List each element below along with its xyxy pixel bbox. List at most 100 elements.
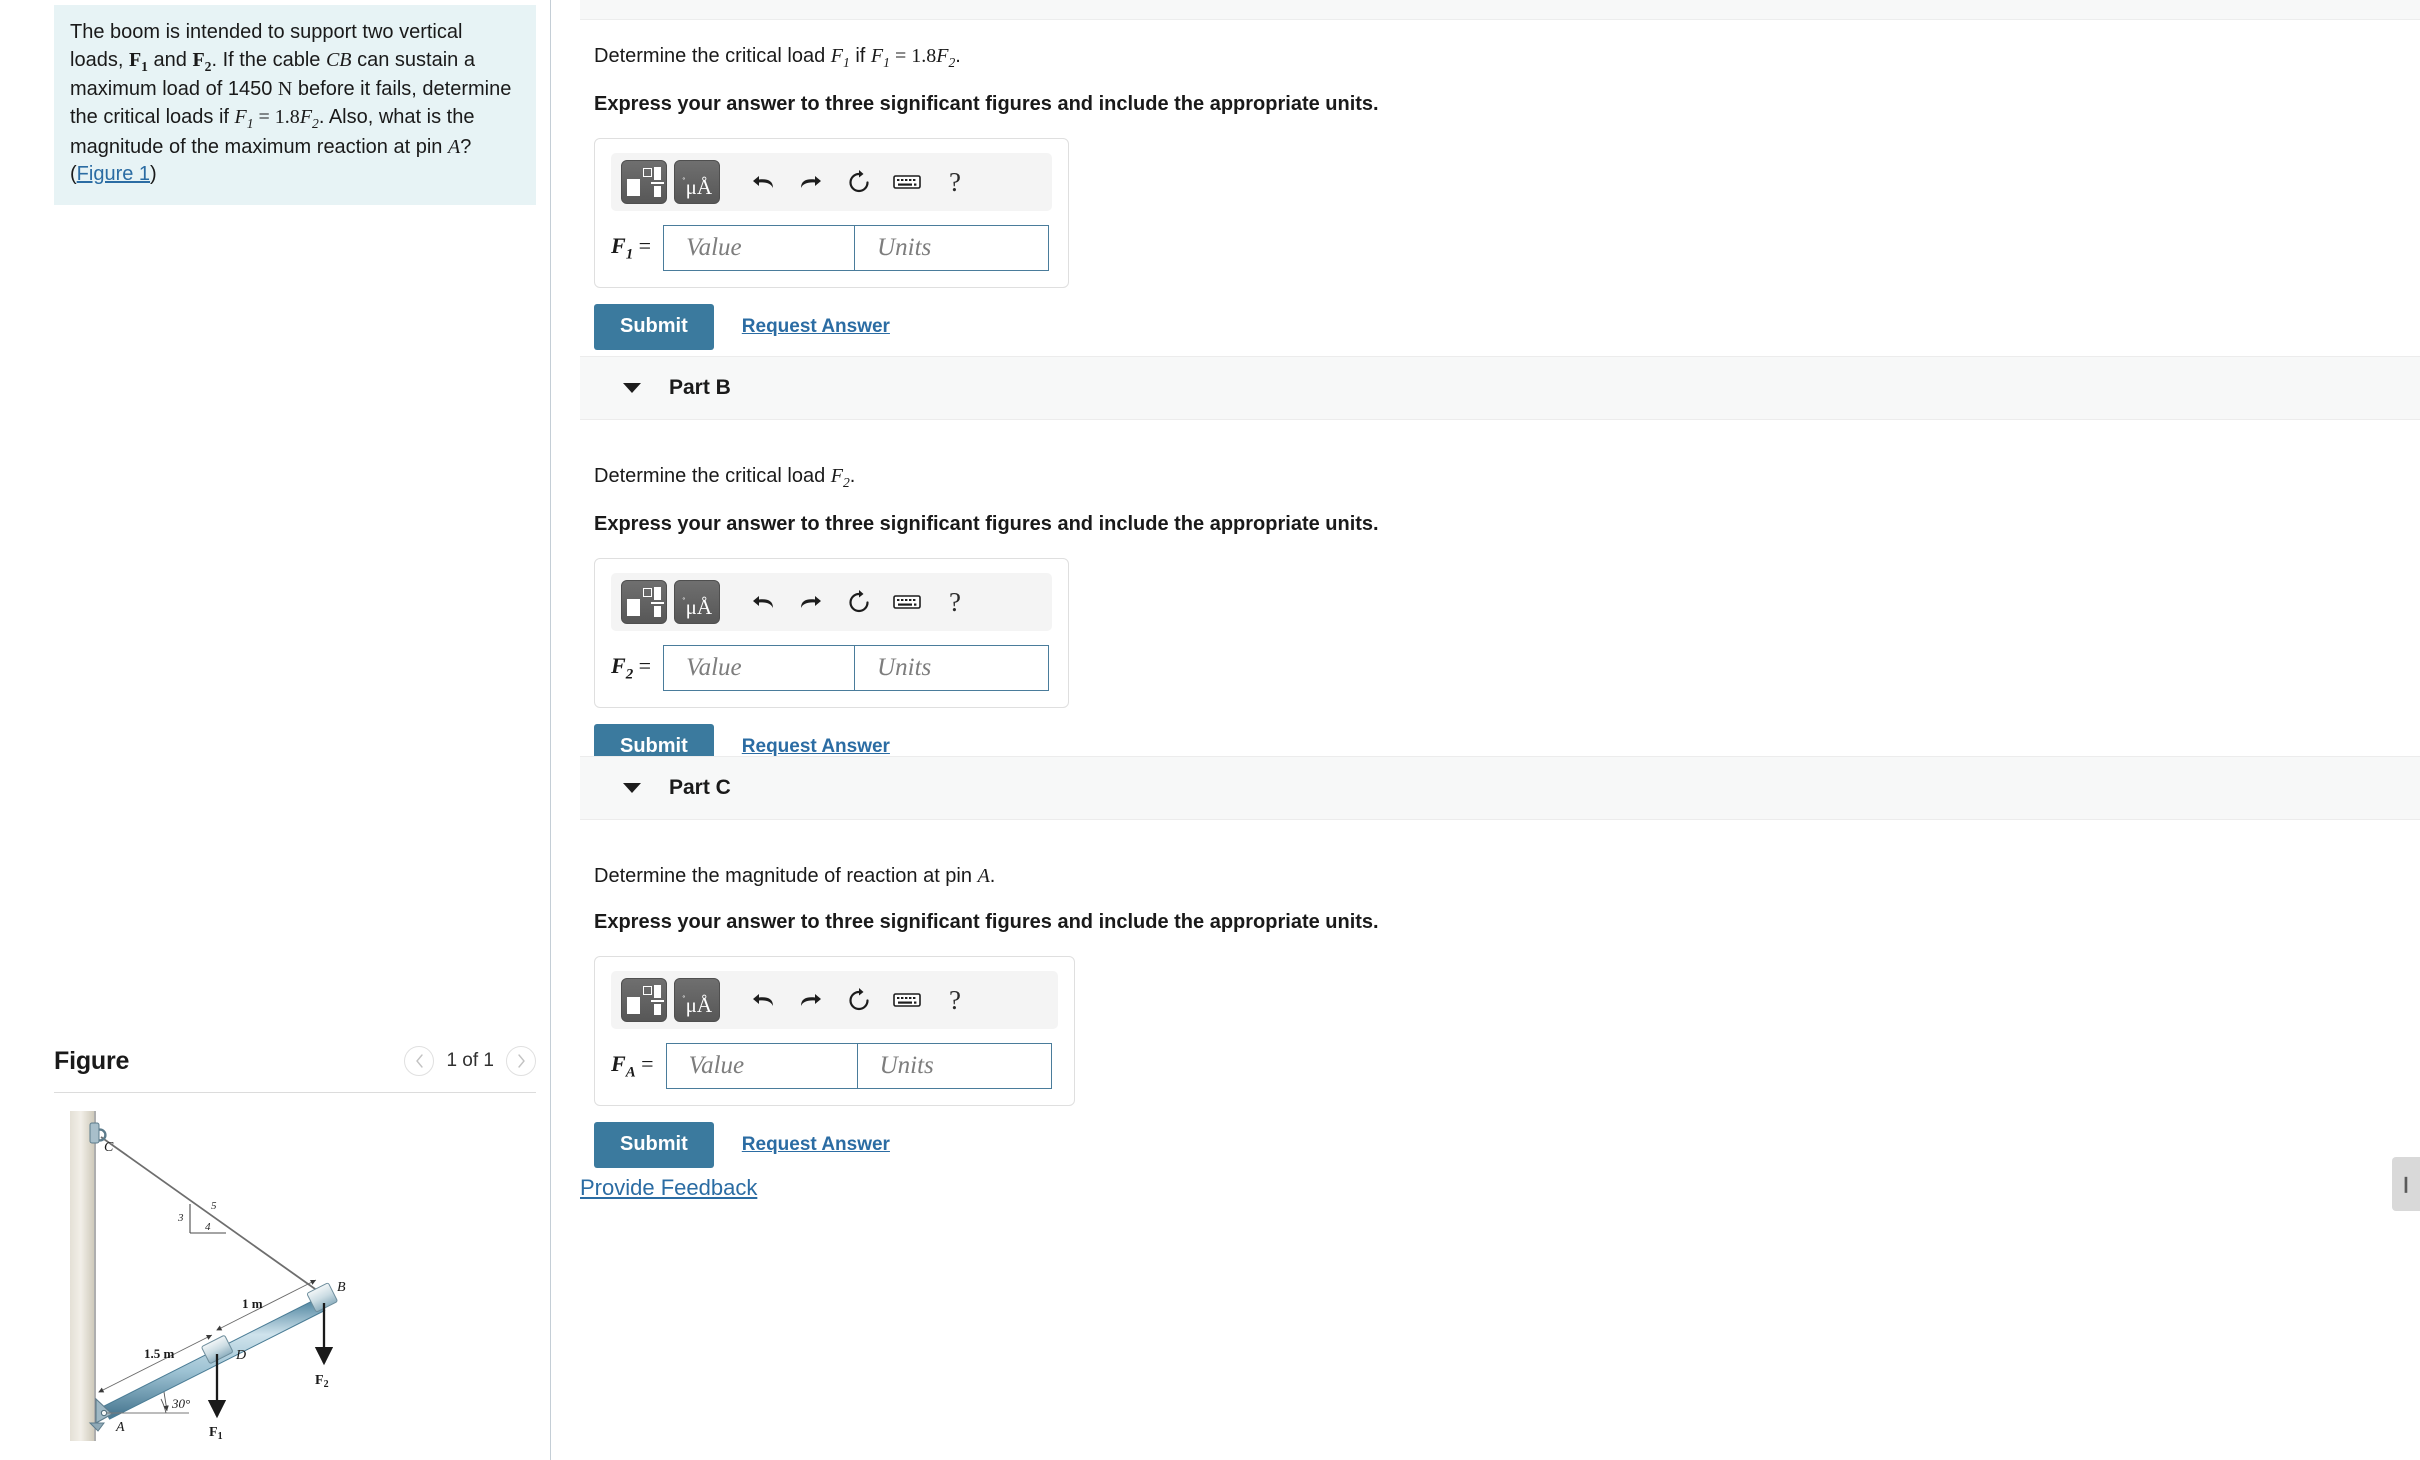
units-micro-angstrom-icon[interactable]: ˚μÅ [674, 580, 720, 625]
part-b-field-row: F2 = Value Units [611, 645, 1052, 692]
reset-circular-arrow-icon[interactable] [837, 980, 881, 1020]
part-c-header[interactable]: Part C [580, 756, 2420, 820]
label-force-f1: F1 [209, 1425, 223, 1441]
part-a-actions: Submit Request Answer [594, 304, 2420, 351]
part-a-answer-card: ˚μÅμÅ [594, 138, 1069, 289]
part-b-request-answer-link[interactable]: Request Answer [742, 736, 890, 758]
problem-unit-N: N [277, 78, 293, 101]
keyboard-icon[interactable] [885, 162, 929, 202]
figure-next-button[interactable] [506, 1046, 536, 1076]
undo-arrow-icon[interactable] [741, 980, 785, 1020]
qc-sym-A: A [977, 865, 990, 887]
redo-arrow-icon[interactable] [789, 980, 833, 1020]
part-a-toolbar: ˚μÅμÅ [611, 153, 1052, 212]
part-c-units-input[interactable]: Units [857, 1043, 1052, 1089]
problem-seg-18: ? [460, 135, 472, 158]
panel-toggle-icon[interactable]: ❙ [2392, 1157, 2420, 1211]
problem-eq-F2: F2 [299, 105, 319, 131]
part-a-header-strip[interactable] [580, 0, 2420, 20]
part-c-instruction: Express your answer to three significant… [594, 911, 1379, 933]
part-c-question: Determine the magnitude of reaction at p… [594, 865, 996, 887]
problem-seg-21: ) [150, 163, 157, 186]
part-c-submit-button[interactable]: Submit [594, 1122, 714, 1168]
question-mark-icon[interactable]: ? [933, 162, 977, 202]
problem-statement-box: The boom is intended to support two vert… [54, 5, 536, 205]
label-dim-1p5m: 1.5 m [144, 1346, 175, 1361]
reset-circular-arrow-icon[interactable] [837, 582, 881, 622]
part-c-section: Part C Determine the magnitude of reacti… [580, 756, 2420, 1168]
chevron-down-icon[interactable] [623, 383, 641, 393]
boom-diagram-svg: 3 4 5 C B D A 1.5 m 1 m 30° F1 F2 [70, 1111, 346, 1441]
part-b-instruction: Express your answer to three significant… [594, 513, 1379, 536]
label-point-d: D [235, 1348, 246, 1363]
part-c-actions: Submit Request Answer [594, 1122, 2420, 1168]
keyboard-icon[interactable] [885, 582, 929, 622]
label-angle-30: 30° [171, 1396, 190, 1411]
problem-seg-6: . If the cable [211, 48, 326, 71]
chevron-down-icon[interactable] [623, 783, 641, 793]
part-c-answer-card: ˚μÅ ? FA = Value Units [594, 956, 1075, 1106]
part-a-answer-label: F1 = [611, 232, 652, 263]
math-template-icon[interactable] [621, 160, 667, 205]
problem-sym-F2: F2 [192, 48, 212, 74]
label-force-f2: F2 [315, 1373, 329, 1390]
figure-panel: Figure 1 of 1 3 4 5 C B D A 1.5 m 1 m 30… [54, 1046, 536, 1441]
label-point-b: B [337, 1280, 346, 1295]
problem-seg-3: and [147, 48, 193, 71]
part-a-field-row: F1 = Value Units [611, 225, 1052, 272]
label-point-a: A [115, 1420, 125, 1435]
undo-arrow-icon[interactable] [741, 162, 785, 202]
left-panel: The boom is intended to support two vert… [0, 0, 551, 1460]
qb-sym-F2: F2 [830, 465, 850, 490]
problem-sym-A: A [447, 135, 461, 158]
part-a-units-input[interactable]: Units [855, 225, 1050, 272]
part-b-answer-card: ˚μÅ ? F2 = Value Units [594, 558, 1069, 709]
part-a-instruction: Express your answer to three significant… [594, 93, 1379, 116]
undo-arrow-icon[interactable] [741, 582, 785, 622]
part-b-value-input[interactable]: Value [663, 645, 856, 692]
figure-prev-button[interactable] [404, 1046, 435, 1076]
problem-sym-CB: CB [325, 48, 352, 71]
problem-statement-text: The boom is intended to support two vert… [70, 19, 520, 189]
part-a-value-input[interactable]: Value [663, 225, 856, 272]
redo-arrow-icon[interactable] [789, 162, 833, 202]
part-c-toolbar: ˚μÅ ? [611, 971, 1058, 1029]
chevron-right-icon [517, 1054, 525, 1068]
part-b-toolbar: ˚μÅ ? [611, 573, 1052, 632]
figure-image[interactable]: 3 4 5 C B D A 1.5 m 1 m 30° F1 F2 [54, 1111, 536, 1441]
cable-cb [100, 1136, 326, 1297]
part-b-body: Determine the critical load F2. Express … [580, 420, 2420, 771]
part-c-value-input[interactable]: Value [665, 1043, 858, 1089]
math-template-icon[interactable] [621, 978, 667, 1022]
reset-circular-arrow-icon[interactable] [837, 162, 881, 202]
figure-pagination: 1 of 1 [404, 1046, 536, 1076]
question-mark-icon[interactable]: ? [933, 980, 977, 1020]
part-b-header[interactable]: Part B [580, 356, 2420, 420]
part-a-submit-button[interactable]: Submit [594, 304, 714, 351]
problem-sym-F1: F1 [128, 48, 148, 74]
figure-counter: 1 of 1 [446, 1050, 494, 1071]
qa-sym-F1b: F1 [870, 45, 890, 70]
qa-sym-F1: F1 [830, 45, 850, 70]
units-micro-angstrom-icon[interactable]: ˚μÅμÅ [674, 160, 720, 205]
question-mark-icon[interactable]: ? [933, 582, 977, 622]
redo-arrow-icon[interactable] [789, 582, 833, 622]
main-content-panel: Determine the critical load F1 if F1 = 1… [552, 0, 2420, 1460]
part-a-question: Determine the critical load F1 if F1 = 1… [594, 45, 961, 70]
part-c-field-row: FA = Value Units [611, 1043, 1058, 1089]
part-a-request-answer-link[interactable]: Request Answer [742, 316, 890, 338]
provide-feedback-link[interactable]: Provide Feedback [580, 1175, 757, 1201]
units-micro-angstrom-icon[interactable]: ˚μÅ [674, 978, 720, 1022]
label-point-c: C [104, 1140, 114, 1155]
wall-shape [70, 1111, 94, 1441]
keyboard-icon[interactable] [885, 980, 929, 1020]
part-b-units-input[interactable]: Units [855, 645, 1050, 692]
label-dim-1m: 1 m [242, 1296, 263, 1311]
problem-seg-19: ( [70, 163, 77, 186]
part-c-label: Part C [669, 776, 731, 799]
figure-header: Figure 1 of 1 [54, 1046, 536, 1093]
chevron-left-icon [416, 1054, 423, 1068]
figure-1-link[interactable]: Figure 1 [77, 163, 150, 185]
math-template-icon[interactable] [621, 580, 667, 625]
part-c-request-answer-link[interactable]: Request Answer [742, 1134, 890, 1156]
